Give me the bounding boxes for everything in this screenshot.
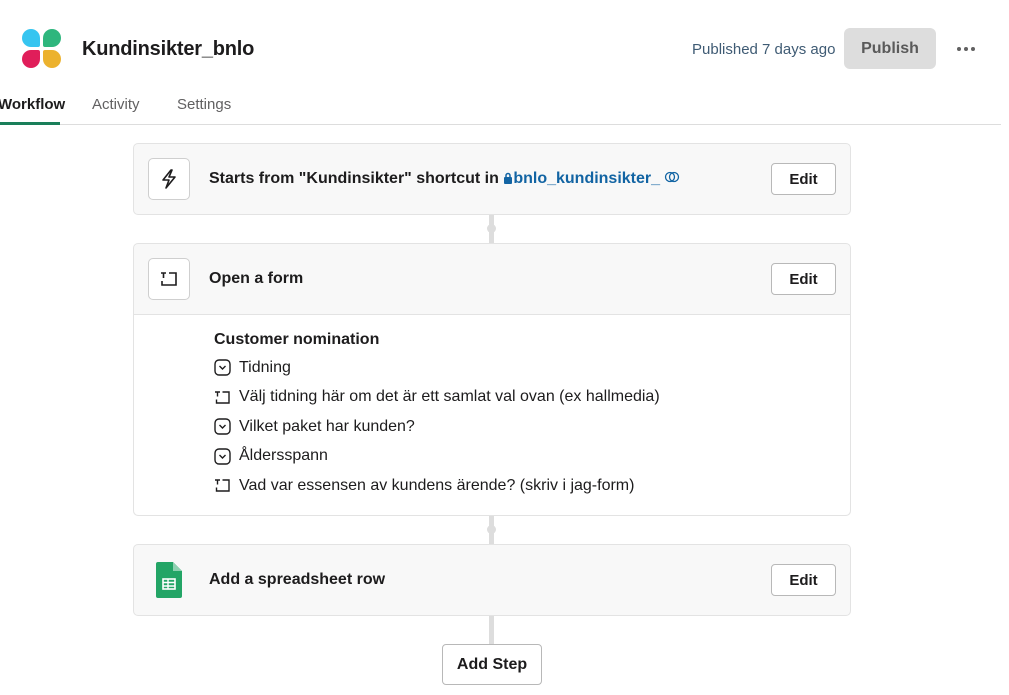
form-field: Välj tidning här om det är ett samlat va… <box>214 383 850 413</box>
edit-button[interactable]: Edit <box>771 564 836 596</box>
form-name: Customer nomination <box>214 331 380 348</box>
step-card-spreadsheet: Add a spreadsheet row Edit <box>133 544 851 616</box>
tab-workflow[interactable]: Workflow <box>0 96 65 113</box>
form-field: Vad var essensen av kundens ärende? (skr… <box>214 471 850 501</box>
shared-channel-icon <box>665 171 680 183</box>
workflow-title: Kundinsikter_bnlo <box>82 38 255 60</box>
tab-settings[interactable]: Settings <box>177 96 231 113</box>
more-options-button[interactable] <box>950 34 982 64</box>
google-sheets-icon <box>148 559 190 601</box>
ellipsis-icon <box>957 47 961 51</box>
tab-bar: Workflow Activity Settings <box>0 90 1001 125</box>
form-field: Åldersspann <box>214 442 850 472</box>
dropdown-icon <box>214 418 231 435</box>
workflow-logo-icon <box>21 28 63 70</box>
form-field: Tidning <box>214 353 850 383</box>
step-connector <box>489 615 494 645</box>
text-field-icon <box>215 391 230 404</box>
lock-icon <box>504 172 513 184</box>
tab-activity[interactable]: Activity <box>92 96 140 113</box>
channel-link[interactable]: bnlo_kundinsikter_ <box>503 170 680 187</box>
lightning-icon <box>148 158 190 200</box>
header: Kundinsikter_bnlo Published 7 days ago P… <box>0 0 1009 90</box>
dropdown-icon <box>214 359 231 376</box>
connector-dot <box>487 224 496 233</box>
step-card-trigger: Starts from "Kundinsikter" shortcut in b… <box>133 143 851 215</box>
edit-button[interactable]: Edit <box>771 263 836 295</box>
step-title: Add a spreadsheet row <box>209 571 386 588</box>
step-card-form: Open a form Edit Customer nomination Tid… <box>133 243 851 516</box>
edit-button[interactable]: Edit <box>771 163 836 195</box>
text-field-icon <box>215 479 230 492</box>
step-title: Starts from "Kundinsikter" shortcut in b… <box>209 170 680 188</box>
form-field: Vilket paket har kunden? <box>214 412 850 442</box>
form-details: Customer nomination Tidning Välj tidning… <box>134 314 850 515</box>
publish-button[interactable]: Publish <box>844 28 936 69</box>
published-status: Published 7 days ago <box>692 41 836 58</box>
form-icon <box>148 258 190 300</box>
dropdown-icon <box>214 448 231 465</box>
step-title: Open a form <box>209 270 304 287</box>
active-tab-indicator <box>0 122 60 125</box>
add-step-button[interactable]: Add Step <box>442 644 542 685</box>
connector-dot <box>487 525 496 534</box>
